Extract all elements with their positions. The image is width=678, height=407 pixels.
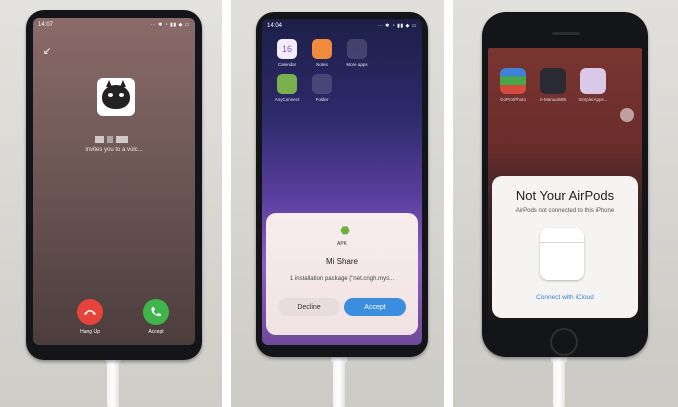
status-bar: 14:04 ⋯ ✱ ◔ ▮▮ ◆ ▭ bbox=[262, 19, 422, 33]
photo-panel-mishare: 14:04 ⋯ ✱ ◔ ▮▮ ◆ ▭ 16 Calendar Notes Mor… bbox=[231, 0, 444, 407]
airpods-card: Not Your AirPods AirPods not connected t… bbox=[492, 176, 638, 318]
photo-panel-airpods: GoPro/Photo e-Manuals88 Simple/Apps... N… bbox=[453, 0, 678, 407]
app-label: Simple/Apps... bbox=[578, 97, 608, 102]
folder-icon[interactable] bbox=[312, 74, 332, 94]
devil-icon bbox=[102, 80, 130, 109]
accept-label: Accept bbox=[148, 329, 164, 335]
status-time: 14:04 bbox=[267, 23, 283, 29]
dialog-message: 1 installation package ("net.crigh.mys..… bbox=[289, 276, 395, 282]
app-label: GoPro/Photo bbox=[499, 97, 526, 102]
decline-button[interactable]: Decline bbox=[278, 298, 340, 316]
card-title: Not Your AirPods bbox=[515, 188, 615, 203]
earpiece bbox=[552, 32, 580, 35]
usb-cable bbox=[333, 358, 345, 407]
app-icon[interactable] bbox=[500, 68, 526, 94]
dialog-title: Mi Share bbox=[325, 257, 358, 266]
apk-tag: APK bbox=[336, 241, 347, 247]
app-label: Notes bbox=[316, 62, 328, 67]
home-screen: 14:04 ⋯ ✱ ◔ ▮▮ ◆ ▭ 16 Calendar Notes Mor… bbox=[262, 19, 422, 345]
phone-body: GoPro/Photo e-Manuals88 Simple/Apps... N… bbox=[482, 12, 648, 357]
app-label: Calendar bbox=[277, 62, 297, 67]
phone-body: 14:07 ⋯ ✱ ◔ ▮▮ ◆ ▭ ↙ invites you to a vo… bbox=[26, 10, 202, 360]
notes-app-icon[interactable] bbox=[312, 39, 332, 59]
app-label: AnyConnect bbox=[274, 97, 300, 102]
more-apps-folder-icon[interactable] bbox=[347, 39, 367, 59]
app-label: More apps bbox=[346, 62, 368, 67]
assistive-touch-icon[interactable] bbox=[620, 108, 634, 122]
phone-hangup-icon bbox=[84, 310, 96, 315]
photo-panel-call: 14:07 ⋯ ✱ ◔ ▮▮ ◆ ▭ ↙ invites you to a vo… bbox=[0, 0, 222, 407]
minimize-icon[interactable]: ↙ bbox=[43, 46, 51, 57]
blurred-caller-name bbox=[95, 136, 135, 143]
call-screen: 14:07 ⋯ ✱ ◔ ▮▮ ◆ ▭ ↙ invites you to a vo… bbox=[33, 18, 195, 345]
app-icon[interactable] bbox=[580, 68, 606, 94]
caller-avatar bbox=[97, 78, 135, 116]
status-time: 14:07 bbox=[38, 22, 54, 28]
status-bar: 14:07 ⋯ ✱ ◔ ▮▮ ◆ ▭ bbox=[33, 18, 195, 32]
calendar-app-icon[interactable]: 16 bbox=[277, 39, 297, 59]
android-icon: ⬣ bbox=[340, 225, 350, 237]
airpods-case-icon bbox=[540, 228, 584, 280]
mishare-dialog: ⬣ APK Mi Share 1 installation package ("… bbox=[266, 213, 418, 335]
hang-up-button[interactable] bbox=[77, 299, 103, 325]
phone-icon bbox=[151, 307, 161, 317]
home-button[interactable] bbox=[550, 328, 578, 356]
usb-cable bbox=[107, 358, 119, 407]
status-icons: ⋯ ✱ ◔ ▮▮ ◆ ▭ bbox=[150, 22, 190, 28]
hang-up-label: Hang Up bbox=[80, 329, 100, 335]
anyconnect-app-icon[interactable] bbox=[277, 74, 297, 94]
usb-cable bbox=[553, 358, 565, 407]
connect-icloud-link[interactable]: Connect with iCloud bbox=[492, 294, 638, 301]
card-subtitle: AirPods not connected to this iPhone bbox=[515, 208, 615, 214]
status-icons: ⋯ ✱ ◔ ▮▮ ◆ ▭ bbox=[377, 23, 417, 29]
app-label: Folder bbox=[315, 97, 329, 102]
accept-button[interactable]: Accept bbox=[344, 298, 406, 316]
invite-text: invites you to a voic... bbox=[85, 147, 143, 153]
app-label: e-Manuals88 bbox=[539, 97, 566, 102]
app-icon[interactable] bbox=[540, 68, 566, 94]
accept-call-button[interactable] bbox=[143, 299, 169, 325]
ios-screen: GoPro/Photo e-Manuals88 Simple/Apps... N… bbox=[488, 48, 642, 320]
phone-body: 14:04 ⋯ ✱ ◔ ▮▮ ◆ ▭ 16 Calendar Notes Mor… bbox=[256, 12, 428, 357]
